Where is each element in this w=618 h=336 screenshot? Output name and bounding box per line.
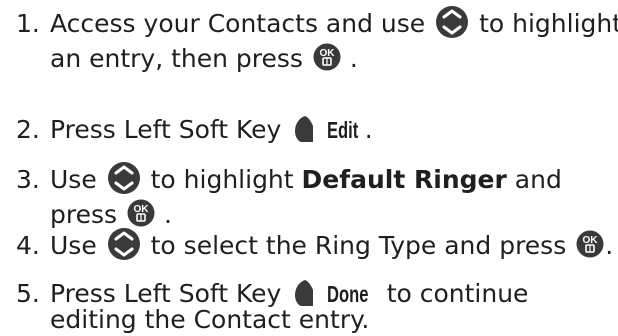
step-number: 3. [16,165,40,194]
step-text: . [163,200,172,229]
step-text: Press Left Soft Key [50,115,282,144]
step-1-line-2: an entry, then press OK . [50,43,358,75]
step-text: to highlight [150,165,294,194]
step-1-line-1: Access your Contacts and use to highligh… [50,5,618,42]
step-number: 4. [16,231,40,260]
ok-key-icon: OK [576,230,604,258]
step-text: to highlight [479,9,618,38]
step-text: an entry, then press [50,44,303,73]
step-number: 5. [16,279,40,308]
ok-key-icon: OK [127,199,155,227]
nav-key-icon [435,5,469,39]
ok-key-icon: OK [313,43,341,71]
step-text: Use [50,231,97,260]
soft-key-label: Edit [327,117,359,143]
step-text: and [514,165,562,194]
step-text: editing the Contact entry. [50,305,370,334]
step-text: Use [50,165,97,194]
step-text: . [364,115,373,144]
step-4-line-1: Use to select the Ring Type and press OK… [50,227,614,264]
step-number: 2. [16,115,40,144]
step-3-line-1: Use to highlight Default Ringer and [50,161,562,198]
step-text: to select the Ring Type and press [150,231,567,260]
left-soft-key-icon [293,114,315,144]
step-text: . [605,231,614,260]
step-2-line-1: Press Left Soft Key Edit. [50,114,373,146]
step-number: 1. [16,9,40,38]
menu-option-label: Default Ringer [301,165,507,194]
step-text: press [50,200,118,229]
nav-key-icon [107,227,141,261]
nav-key-icon [107,161,141,195]
step-text: . [349,44,358,73]
step-5-line-2: editing the Contact entry. [50,304,369,336]
step-text: to continue [386,279,529,308]
step-text: Access your Contacts and use [50,9,426,38]
